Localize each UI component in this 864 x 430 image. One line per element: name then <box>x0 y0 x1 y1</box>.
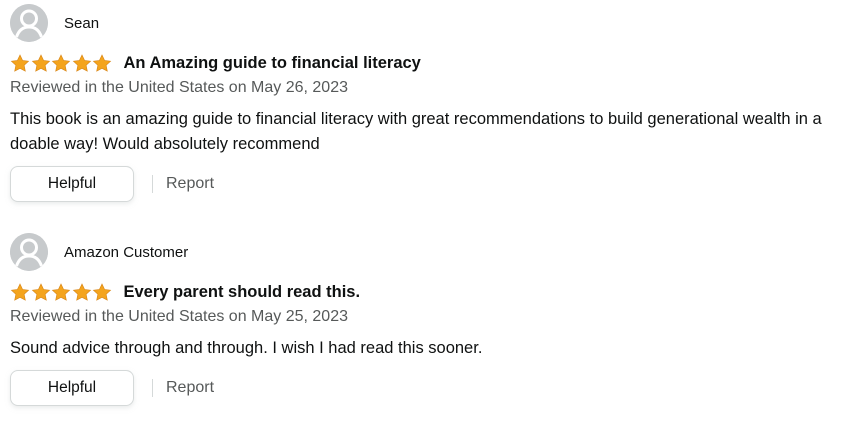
helpful-button[interactable]: Helpful <box>10 166 134 202</box>
star-icon <box>51 53 71 72</box>
helpful-button[interactable]: Helpful <box>10 370 134 406</box>
divider <box>152 379 153 397</box>
avatar-icon <box>10 4 48 42</box>
star-icon <box>10 53 30 72</box>
report-link[interactable]: Report <box>166 379 214 397</box>
review-actions: Helpful Report <box>10 166 214 202</box>
star-icon <box>72 282 91 301</box>
reviewer-profile[interactable]: Sean <box>10 4 99 42</box>
reviewer-profile[interactable]: Amazon Customer <box>10 233 188 271</box>
star-icon <box>10 282 30 301</box>
rating-line: Every parent should read this. <box>10 281 360 303</box>
review-body: Sound advice through and through. I wish… <box>10 339 483 357</box>
avatar-icon <box>10 233 48 271</box>
star-icon <box>31 282 50 301</box>
review-date: Reviewed in the United States on May 26,… <box>10 79 348 96</box>
star-rating[interactable] <box>10 282 113 302</box>
rating-line: An Amazing guide to financial literacy <box>10 52 421 74</box>
reviewer-name: Amazon Customer <box>64 243 189 261</box>
star-icon <box>31 53 50 72</box>
star-icon <box>51 282 71 301</box>
divider <box>152 175 153 193</box>
reviewer-name: Sean <box>64 14 100 32</box>
report-link[interactable]: Report <box>166 175 214 193</box>
star-rating[interactable] <box>10 53 113 73</box>
star-icon <box>72 53 91 72</box>
review-body: This book is an amazing guide to financi… <box>10 110 822 153</box>
review-item: Sean An Amazing guide to financial liter… <box>0 0 864 225</box>
review-title-link[interactable]: An Amazing guide to financial literacy <box>124 54 421 73</box>
star-icon <box>92 53 112 72</box>
review-title-link[interactable]: Every parent should read this. <box>124 283 361 302</box>
review-date: Reviewed in the United States on May 25,… <box>10 308 348 325</box>
review-item: Amazon Customer Every parent should read… <box>0 229 864 429</box>
star-icon <box>92 282 112 301</box>
review-actions: Helpful Report <box>10 370 214 406</box>
